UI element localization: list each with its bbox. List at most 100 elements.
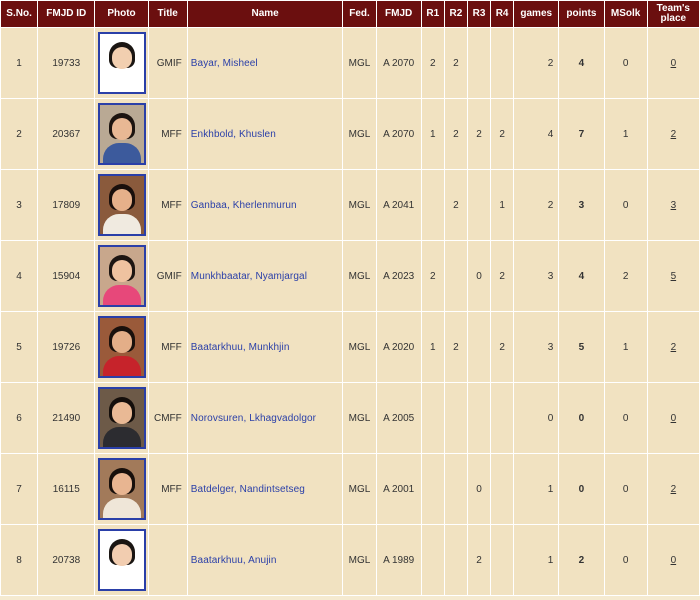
team-place-link[interactable]: 0 [671, 58, 677, 69]
photo-cell [95, 241, 148, 311]
r1-cell [421, 383, 444, 453]
r2-cell: 2 [444, 312, 467, 382]
fmjd-rating-cell: A 2041 [376, 170, 421, 240]
r4-cell: 2 [491, 99, 514, 169]
team-place-cell: 0 [647, 525, 699, 595]
header-msolk: MSolk [604, 1, 647, 27]
team-place-cell: 2 [647, 99, 699, 169]
team-place-link[interactable]: 2 [671, 342, 677, 353]
points-cell: 4 [559, 241, 604, 311]
fmjd-id-cell: 21490 [38, 383, 95, 453]
r4-cell [491, 28, 514, 98]
team-place-link[interactable]: 2 [671, 129, 677, 140]
player-photo[interactable] [97, 387, 146, 449]
player-name-link[interactable]: Baatarkhuu, Munkhjin [191, 342, 290, 353]
player-name-link[interactable]: Bayar, Misheel [191, 58, 258, 69]
team-place-cell: 3 [647, 170, 699, 240]
sno-cell: 8 [1, 525, 38, 595]
player-name-link[interactable]: Batdelger, Nandintsetseg [191, 484, 305, 495]
name-cell: Norovsuren, Lkhagvadolgor [187, 383, 343, 453]
points-cell: 3 [559, 170, 604, 240]
header-sno: S.No. [1, 1, 38, 27]
players-table: S.No. FMJD ID Photo Title Name Fed. FMJD… [0, 0, 700, 596]
r3-cell [467, 312, 491, 382]
team-place-link[interactable]: 0 [671, 413, 677, 424]
r1-cell [421, 454, 444, 524]
points-cell: 7 [559, 99, 604, 169]
team-place-link[interactable]: 5 [671, 271, 677, 282]
sno-cell: 1 [1, 28, 38, 98]
player-photo[interactable] [97, 174, 146, 236]
header-points: points [559, 1, 604, 27]
games-cell: 2 [514, 28, 559, 98]
sno-cell: 4 [1, 241, 38, 311]
r4-cell [491, 383, 514, 453]
player-name-link[interactable]: Norovsuren, Lkhagvadolgor [191, 413, 316, 424]
team-place-link[interactable]: 3 [671, 200, 677, 211]
player-photo[interactable] [97, 245, 146, 307]
photo-cell [95, 99, 148, 169]
r3-cell [467, 170, 491, 240]
photo-face [111, 260, 132, 282]
header-r3: R3 [467, 1, 491, 27]
photo-cell [95, 170, 148, 240]
team-place-cell: 0 [647, 28, 699, 98]
player-photo[interactable] [97, 32, 146, 94]
table-row: 5 19726 MFF Baatarkhuu, Munkhjin MGL A 2020 1 2… [1, 312, 699, 382]
fmjd-id-cell: 20367 [38, 99, 95, 169]
fmjd-rating-cell: A 2005 [376, 383, 421, 453]
r2-cell: 2 [444, 99, 467, 169]
name-cell: Baatarkhuu, Munkhjin [187, 312, 343, 382]
points-cell: 0 [559, 383, 604, 453]
fmjd-rating-cell: A 2020 [376, 312, 421, 382]
header-fed: Fed. [343, 1, 376, 27]
player-photo[interactable] [97, 529, 146, 591]
fmjd-id-cell: 19733 [38, 28, 95, 98]
player-name-link[interactable]: Ganbaa, Kherlenmurun [191, 200, 297, 211]
player-name-link[interactable]: Munkhbaatar, Nyamjargal [191, 271, 307, 282]
name-cell: Ganbaa, Kherlenmurun [187, 170, 343, 240]
player-photo[interactable] [97, 103, 146, 165]
points-cell: 2 [559, 525, 604, 595]
player-photo[interactable] [97, 458, 146, 520]
r2-cell: 2 [444, 170, 467, 240]
player-photo[interactable] [97, 316, 146, 378]
table-body: 1 19733 GMIF Bayar, Misheel MGL A 2070 2 2 2 4 0 0 2… [1, 28, 699, 595]
team-place-cell: 0 [647, 383, 699, 453]
r4-cell: 2 [491, 241, 514, 311]
r2-cell: 2 [444, 28, 467, 98]
r3-cell: 2 [467, 525, 491, 595]
r3-cell: 0 [467, 241, 491, 311]
player-name-link[interactable]: Enkhbold, Khuslen [191, 129, 276, 140]
header-r4: R4 [491, 1, 514, 27]
games-cell: 4 [514, 99, 559, 169]
team-place-link[interactable]: 2 [671, 484, 677, 495]
photo-face [111, 189, 132, 211]
sno-cell: 3 [1, 170, 38, 240]
header-games: games [514, 1, 559, 27]
table-row: 1 19733 GMIF Bayar, Misheel MGL A 2070 2 2 2 4 0 0 [1, 28, 699, 98]
r2-cell [444, 241, 467, 311]
fed-cell: MGL [343, 383, 376, 453]
title-cell: MFF [148, 312, 187, 382]
photo-cell [95, 454, 148, 524]
games-cell: 1 [514, 525, 559, 595]
fed-cell: MGL [343, 28, 376, 98]
fmjd-rating-cell: A 2070 [376, 99, 421, 169]
r2-cell [444, 383, 467, 453]
header-fmjd-id: FMJD ID [38, 1, 95, 27]
header-r1: R1 [421, 1, 444, 27]
team-place-link[interactable]: 0 [671, 555, 677, 566]
title-cell: GMIF [148, 241, 187, 311]
header-name: Name [187, 1, 343, 27]
photo-cell [95, 525, 148, 595]
fmjd-id-cell: 15904 [38, 241, 95, 311]
points-cell: 4 [559, 28, 604, 98]
name-cell: Enkhbold, Khuslen [187, 99, 343, 169]
photo-shoulders [102, 498, 141, 518]
name-cell: Munkhbaatar, Nyamjargal [187, 241, 343, 311]
photo-cell [95, 312, 148, 382]
photo-face [111, 118, 132, 140]
player-name-link[interactable]: Baatarkhuu, Anujin [191, 555, 277, 566]
fmjd-rating-cell: A 2001 [376, 454, 421, 524]
